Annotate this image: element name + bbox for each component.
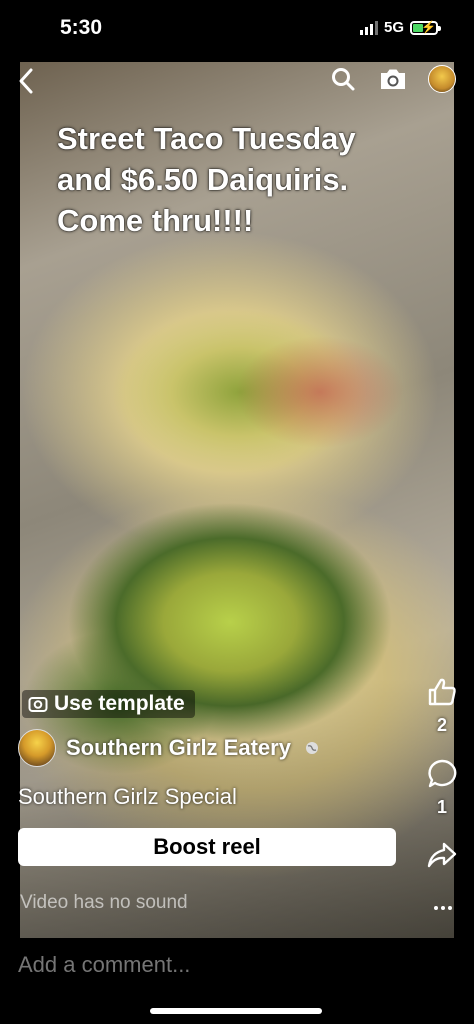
status-indicators: 5G ⚡ bbox=[359, 19, 441, 36]
comment-bar bbox=[0, 938, 474, 1024]
network-type: 5G bbox=[383, 19, 404, 36]
globe-icon bbox=[305, 742, 318, 754]
action-rail: 2 1 bbox=[424, 676, 460, 875]
author-row[interactable]: Southern Girlz Eatery bbox=[18, 729, 319, 767]
reel-title[interactable]: Southern Girlz Special bbox=[18, 784, 237, 810]
more-icon[interactable] bbox=[434, 906, 452, 910]
status-bar: 5:30 5G ⚡ bbox=[0, 0, 474, 60]
comment-icon[interactable] bbox=[426, 758, 458, 795]
share-icon[interactable] bbox=[426, 840, 458, 875]
use-template-button[interactable]: Use template bbox=[22, 690, 195, 718]
back-icon[interactable] bbox=[16, 66, 38, 96]
comment-count: 1 bbox=[436, 797, 447, 817]
top-actions bbox=[328, 64, 456, 94]
caption-line: Street Taco Tuesday bbox=[57, 121, 356, 156]
like-count: 2 bbox=[436, 715, 447, 735]
home-indicator[interactable] bbox=[150, 1008, 322, 1014]
author-avatar[interactable] bbox=[18, 729, 56, 767]
template-camera-icon bbox=[28, 697, 48, 712]
search-icon[interactable] bbox=[328, 64, 358, 94]
signal-icon bbox=[359, 20, 378, 35]
caption-line: Come thru!!!! bbox=[57, 203, 254, 238]
camera-icon[interactable] bbox=[378, 64, 408, 94]
like-icon[interactable] bbox=[426, 676, 458, 713]
profile-avatar[interactable] bbox=[428, 65, 456, 93]
sound-status: Video has no sound bbox=[20, 892, 188, 913]
author-name[interactable]: Southern Girlz Eatery bbox=[66, 735, 291, 761]
battery-icon: ⚡ bbox=[410, 20, 441, 35]
status-time: 5:30 bbox=[60, 16, 103, 39]
caption-line: and $6.50 Daiquiris. bbox=[57, 162, 349, 197]
comment-input[interactable] bbox=[18, 952, 448, 978]
reel-caption: Street Taco Tuesday and $6.50 Daiquiris.… bbox=[57, 118, 437, 241]
boost-reel-button[interactable]: Boost reel bbox=[18, 828, 396, 866]
use-template-label: Use template bbox=[54, 692, 185, 715]
